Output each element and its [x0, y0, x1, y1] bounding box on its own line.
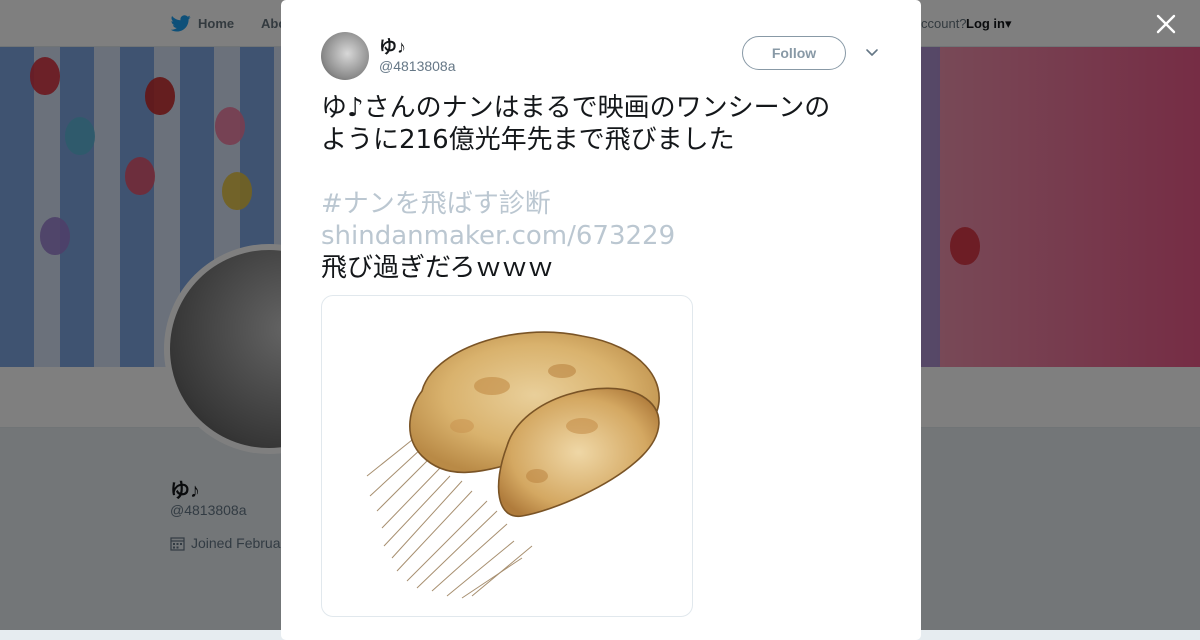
author-avatar[interactable]: [321, 32, 369, 80]
close-icon[interactable]: [1154, 12, 1178, 36]
naan-illustration: [366, 331, 660, 599]
tweet-link[interactable]: shindanmaker.com/673229: [321, 220, 881, 252]
tweet-hashtag[interactable]: #ナンを飛ばす診断: [321, 188, 881, 220]
tweet-text-gap: [321, 156, 881, 188]
author-name[interactable]: ゆ♪: [379, 33, 406, 59]
follow-button[interactable]: Follow: [742, 36, 846, 70]
tweet-text-line: ように216億光年先まで飛びました: [321, 125, 735, 155]
chevron-down-icon[interactable]: [865, 46, 879, 60]
tweet-text-line: ゆ♪さんのナンはまるで映画のワンシーンの: [321, 93, 831, 123]
tweet-text: ゆ♪さんのナンはまるで映画のワンシーンの ように216億光年先まで飛びました #…: [321, 92, 881, 284]
tweet-modal: ゆ♪ @4813808a Follow ゆ♪さんのナンはまるで映画のワンシーンの…: [281, 0, 921, 640]
author-handle[interactable]: @4813808a: [379, 58, 456, 74]
tweet-media[interactable]: [321, 295, 693, 617]
tweet-text-line: 飛び過ぎだろｗｗｗ: [321, 253, 554, 283]
